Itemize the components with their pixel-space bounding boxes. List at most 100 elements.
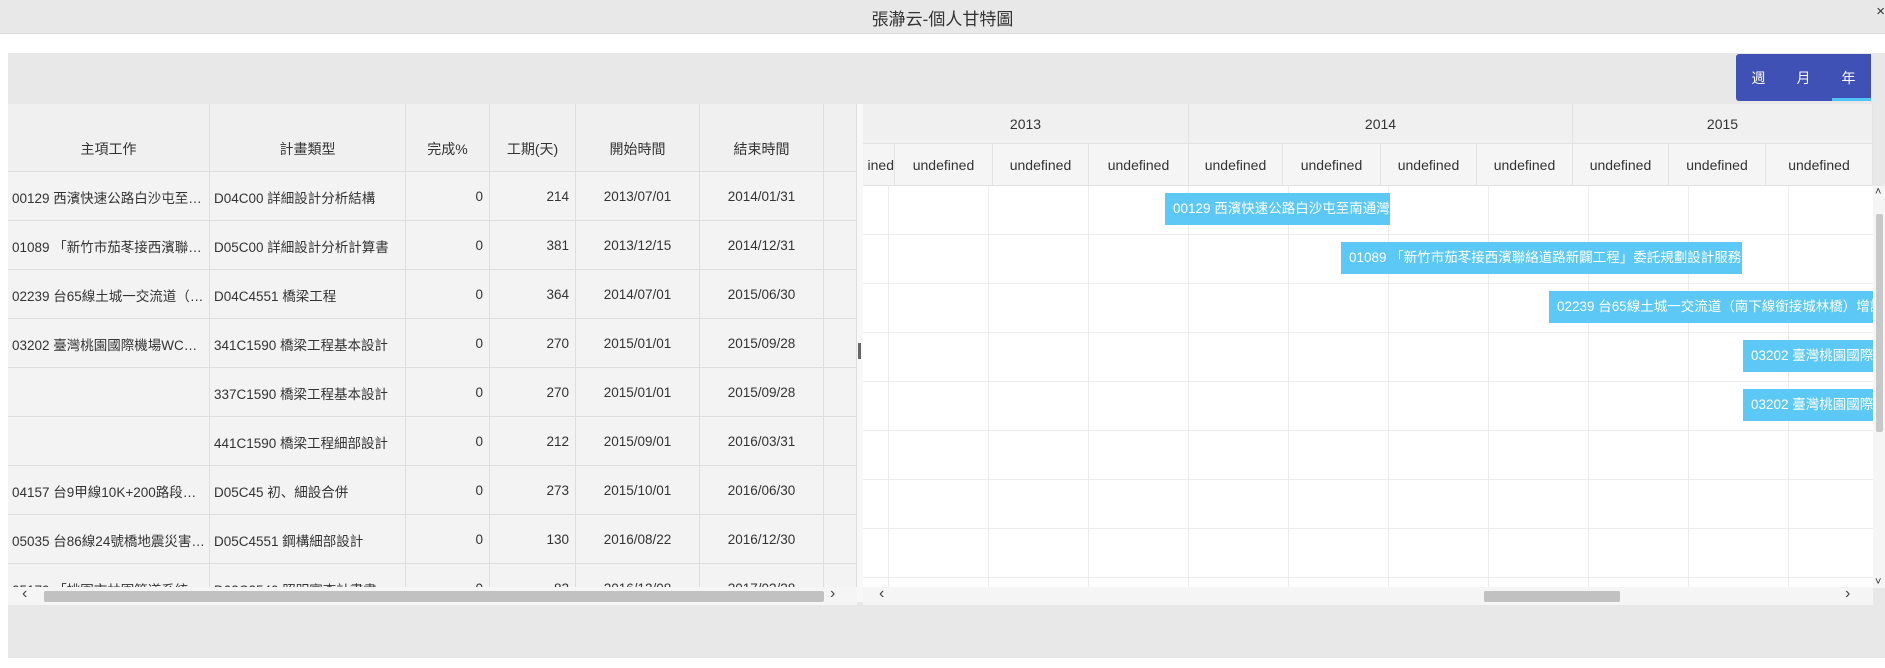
view-year-button[interactable]: 年: [1826, 54, 1871, 101]
cell-task: [8, 368, 210, 417]
table-row[interactable]: 00129 西濱快速公路白沙屯至南通灣段D04C00 詳細設計分析結構02142…: [8, 172, 857, 221]
grid-line: [888, 186, 889, 602]
cell-duration: 364: [490, 270, 576, 319]
timeline-horizontal-scrollbar[interactable]: ‹ ›: [863, 585, 1873, 605]
view-month-button[interactable]: 月: [1781, 54, 1826, 101]
scroll-left-icon[interactable]: ‹: [22, 585, 27, 603]
table-row[interactable]: 05035 台86線24號橋地震災害修復工程D05C4551 鋼構細部設計013…: [8, 515, 857, 564]
year-header-2015: 2015: [1573, 104, 1873, 144]
cell-task: 04157 台9甲線10K+200路段改善工程: [8, 466, 210, 515]
cell-start-date: 2013/07/01: [576, 172, 700, 221]
cell-start-date: 2014/07/01: [576, 270, 700, 319]
cell-task: [8, 417, 210, 466]
cell-spacer: [824, 466, 857, 515]
scroll-right-icon[interactable]: ›: [830, 585, 835, 603]
column-header-start[interactable]: 開始時間: [576, 104, 700, 172]
gantt-bar[interactable]: 03202 臺灣桃園國際機場WC滑行道遷建及雙線化工程: [1743, 340, 1873, 372]
view-week-button[interactable]: 週: [1736, 54, 1781, 101]
cell-plan-type: 341C1590 橋梁工程基本設計: [210, 319, 406, 368]
year-header-2014: 2014: [1189, 104, 1573, 144]
cell-plan-type: D05C45 初、細設合併: [210, 466, 406, 515]
gantt-bar[interactable]: 03202 臺灣桃園國際機場WC滑行道遷建及雙線化工程: [1743, 389, 1873, 421]
scroll-down-icon[interactable]: ˅: [1875, 576, 1881, 588]
period-header: undefined: [1766, 144, 1873, 186]
grid-line: [863, 332, 1873, 333]
gantt-bar[interactable]: 00129 西濱快速公路白沙屯至南通灣段: [1165, 193, 1390, 225]
title-bar: 張瀞云-個人甘特圖 ×: [0, 0, 1885, 34]
cell-spacer: [824, 221, 857, 270]
table-row[interactable]: 337C1590 橋梁工程基本設計 0 270 2015/01/01 2015/09/2…: [8, 368, 857, 417]
splitter-handle-icon[interactable]: [858, 343, 861, 359]
cell-spacer: [824, 270, 857, 319]
cell-progress: 0: [406, 319, 490, 368]
cell-progress: 0: [406, 221, 490, 270]
cell-end-date: 2015/06/30: [700, 270, 824, 319]
cell-plan-type: D04C4551 橋梁工程: [210, 270, 406, 319]
cell-start-date: 2015/01/01: [576, 319, 700, 368]
cell-start-date: 2015/09/01: [576, 417, 700, 466]
grid-line: [863, 528, 1873, 529]
cell-progress: 0: [406, 515, 490, 564]
year-header-2013: 2013: [863, 104, 1189, 144]
cell-plan-type: D05C4551 鋼構細部設計: [210, 515, 406, 564]
cell-spacer: [824, 417, 857, 466]
grid-line: [863, 577, 1873, 578]
cell-end-date: 2016/06/30: [700, 466, 824, 515]
grid-line: [863, 430, 1873, 431]
column-header-task[interactable]: 主項工作: [8, 104, 210, 172]
grid-line: [863, 234, 1873, 235]
cell-progress: 0: [406, 368, 490, 417]
cell-task: 01089 「新竹市茄苳接西濱聯絡道路新闢工程」委託規劃設計服務: [8, 221, 210, 270]
gantt-bar[interactable]: 01089 「新竹市茄苳接西濱聯絡道路新闢工程」委託規劃設計服務: [1341, 242, 1742, 274]
table-row[interactable]: 441C1590 橋梁工程細部設計 0 212 2015/09/01 2016/03/3…: [8, 417, 857, 466]
cell-start-date: 2016/08/22: [576, 515, 700, 564]
view-switch: 週 月 年: [1736, 54, 1871, 101]
period-header: undefined: [1381, 144, 1477, 186]
cell-end-date: 2015/09/28: [700, 368, 824, 417]
table-row[interactable]: 01089 「新竹市茄苳接西濱聯絡道路新闢工程」委託規劃設計服務D05C00 詳…: [8, 221, 857, 270]
cell-duration: 130: [490, 515, 576, 564]
column-header-progress[interactable]: 完成%: [406, 104, 490, 172]
column-header-duration[interactable]: 工期(天): [490, 104, 576, 172]
timeline-scroll-left-icon[interactable]: ‹: [879, 585, 884, 603]
grid-line: [1288, 186, 1289, 602]
cell-duration: 273: [490, 466, 576, 515]
period-header: undefined: [993, 144, 1089, 186]
table-row[interactable]: 03202 臺灣桃園國際機場WC滑行道遷建及雙線化工程341C1590 橋梁工程…: [8, 319, 857, 368]
grid-line: [1188, 186, 1189, 602]
cell-end-date: 2015/09/28: [700, 319, 824, 368]
cell-plan-type: 441C1590 橋梁工程細部設計: [210, 417, 406, 466]
cell-plan-type: D04C00 詳細設計分析結構: [210, 172, 406, 221]
cell-progress: 0: [406, 466, 490, 515]
period-header: undefined: [1477, 144, 1573, 186]
period-header: undefined: [1089, 144, 1189, 186]
cell-progress: 0: [406, 172, 490, 221]
cell-end-date: 2016/03/31: [700, 417, 824, 466]
grid-horizontal-scrollbar[interactable]: ‹ ›: [8, 585, 857, 605]
grid-scroll-thumb[interactable]: [44, 591, 824, 602]
cell-end-date: 2016/12/30: [700, 515, 824, 564]
cell-start-date: 2015/01/01: [576, 368, 700, 417]
close-icon[interactable]: ×: [1876, 3, 1885, 20]
period-header: undefined: [1283, 144, 1381, 186]
table-row[interactable]: 04157 台9甲線10K+200路段改善工程D05C45 初、細設合併0273…: [8, 466, 857, 515]
window-title: 張瀞云-個人甘特圖: [871, 10, 1014, 29]
cell-duration: 270: [490, 368, 576, 417]
column-header-type[interactable]: 計畫類型: [210, 104, 406, 172]
timeline-scroll-thumb[interactable]: [1484, 591, 1620, 602]
cell-duration: 270: [490, 319, 576, 368]
period-header: undefined: [895, 144, 993, 186]
cell-task: 02239 台65線土城一交流道（南下線銜接城林橋）增設匝道工程: [8, 270, 210, 319]
timeline-scroll-right-icon[interactable]: ›: [1845, 585, 1850, 603]
column-header-end[interactable]: 結束時間: [700, 104, 824, 172]
cell-spacer: [824, 368, 857, 417]
grid-line: [863, 283, 1873, 284]
cell-end-date: 2014/01/31: [700, 172, 824, 221]
cell-spacer: [824, 515, 857, 564]
gantt-bar[interactable]: 02239 台65線土城一交流道（南下線銜接城林橋）增設匝道工程: [1549, 291, 1873, 323]
table-row[interactable]: 02239 台65線土城一交流道（南下線銜接城林橋）增設匝道工程D04C4551…: [8, 270, 857, 319]
timeline-vertical-thumb[interactable]: [1876, 214, 1883, 432]
grid-line: [863, 381, 1873, 382]
scroll-up-icon[interactable]: ˄: [1875, 186, 1881, 198]
cell-progress: 0: [406, 417, 490, 466]
